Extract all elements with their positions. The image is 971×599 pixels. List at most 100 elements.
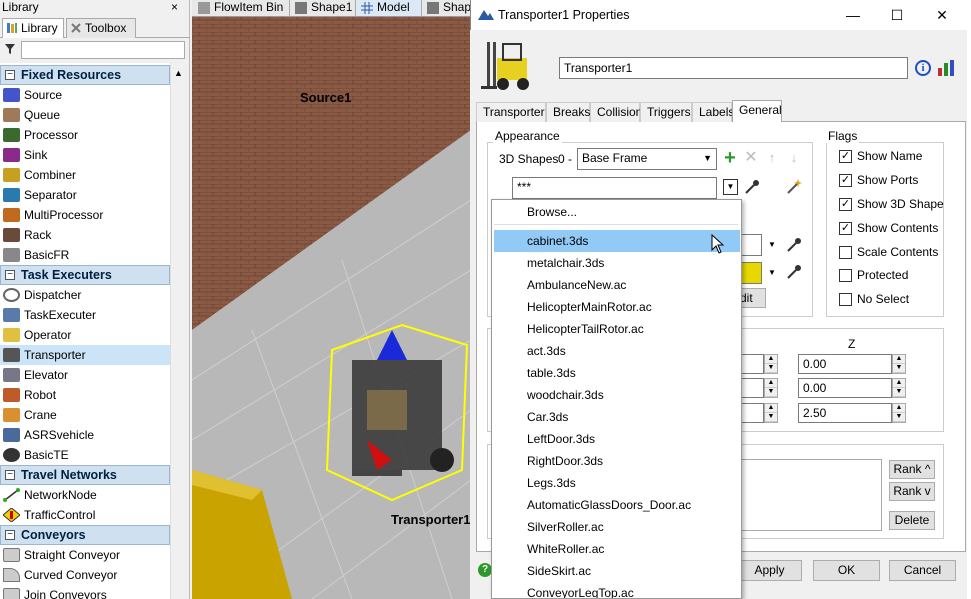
library-item-networknode[interactable]: NetworkNode <box>0 485 170 505</box>
model-3d-view[interactable]: Source1 Transporter1 <box>192 0 471 599</box>
delete-button[interactable]: Delete <box>889 511 935 530</box>
tab-triggers[interactable]: Triggers <box>640 102 692 122</box>
tab-shape2[interactable]: Shap <box>423 0 471 16</box>
tab-collision[interactable]: Collision <box>590 102 642 122</box>
show-name-checkbox[interactable]: ✓ Show Name <box>839 148 922 164</box>
category-fixed-resources[interactable]: − Fixed Resources <box>0 65 170 85</box>
chevron-down-icon[interactable]: ▼ <box>768 268 776 277</box>
spin-down-icon[interactable]: ▼ <box>765 364 777 373</box>
move-up-icon[interactable]: ↑ <box>763 150 781 168</box>
apply-button[interactable]: Apply <box>738 560 802 581</box>
library-item-asrsvehicle[interactable]: ASRSvehicle <box>0 425 170 445</box>
dropdown-item[interactable]: SideSkirt.ac <box>494 560 740 582</box>
file-dropdown-button[interactable]: ▼ <box>723 179 738 195</box>
library-item-sink[interactable]: Sink <box>0 145 170 165</box>
library-item-robot[interactable]: Robot <box>0 385 170 405</box>
add-shape-icon[interactable]: + <box>721 148 739 168</box>
library-item-basicfr[interactable]: BasicFR <box>0 245 170 265</box>
close-button[interactable]: ✕ <box>927 6 957 26</box>
statistics-icon[interactable] <box>937 59 955 77</box>
z-field[interactable]: 2.50 <box>798 403 892 423</box>
y-spinner[interactable]: ▲ ▼ <box>764 378 778 398</box>
no-select-checkbox[interactable]: No Select <box>839 291 909 307</box>
minimize-button[interactable]: — <box>838 6 868 26</box>
library-item-elevator[interactable]: Elevator <box>0 365 170 385</box>
library-item-taskexecuter[interactable]: TaskExecuter <box>0 305 170 325</box>
magic-wand-icon[interactable] <box>785 178 803 196</box>
library-item-transporter[interactable]: Transporter <box>0 345 170 365</box>
library-item-dispatcher[interactable]: Dispatcher <box>0 285 170 305</box>
dropdown-item[interactable]: cabinet.3ds <box>494 230 740 252</box>
dropdown-item-browse[interactable]: Browse... <box>494 201 740 223</box>
library-item-basicte[interactable]: BasicTE <box>0 445 170 465</box>
dropdown-item[interactable]: WhiteRoller.ac <box>494 538 740 560</box>
filter-icon[interactable] <box>4 43 16 55</box>
spin-up-icon[interactable]: ▲ <box>765 355 777 364</box>
tab-general[interactable]: General <box>732 100 782 123</box>
remove-shape-icon[interactable]: ✕ <box>742 150 760 168</box>
eyedropper-icon[interactable] <box>743 178 761 196</box>
cancel-button[interactable]: Cancel <box>889 560 956 581</box>
library-item-trafficcontrol[interactable]: TrafficControl <box>0 505 170 525</box>
library-item-queue[interactable]: Queue <box>0 105 170 125</box>
library-item-processor[interactable]: Processor <box>0 125 170 145</box>
y-spinner[interactable]: ▲ ▼ <box>764 354 778 374</box>
eyedropper-icon[interactable] <box>785 236 803 254</box>
dropdown-item[interactable]: LeftDoor.3ds <box>494 428 740 450</box>
dropdown-item[interactable]: table.3ds <box>494 362 740 384</box>
z-spinner[interactable]: ▲ ▼ <box>892 403 906 423</box>
y-spinner[interactable]: ▲ ▼ <box>764 403 778 423</box>
dropdown-item[interactable]: AmbulanceNew.ac <box>494 274 740 296</box>
object-name-input[interactable]: Transporter1 <box>559 57 908 79</box>
labels-list[interactable] <box>738 459 882 531</box>
library-item-straight-conveyor[interactable]: Straight Conveyor <box>0 545 170 565</box>
show-ports-checkbox[interactable]: ✓ Show Ports <box>839 172 918 188</box>
scroll-up-icon[interactable]: ▲ <box>174 68 183 78</box>
dropdown-item[interactable]: HelicopterMainRotor.ac <box>494 296 740 318</box>
library-item-operator[interactable]: Operator <box>0 325 170 345</box>
library-scrollbar[interactable]: ▲ <box>170 63 187 599</box>
show-3d-shape-checkbox[interactable]: ✓ Show 3D Shape <box>839 196 944 212</box>
show-contents-checkbox[interactable]: ✓ Show Contents <box>839 220 938 236</box>
tab-toolbox[interactable]: Toolbox <box>66 18 136 38</box>
library-close-button[interactable]: × <box>171 0 178 14</box>
spin-up-icon[interactable]: ▲ <box>765 404 777 413</box>
rank-down-button[interactable]: Rank v <box>889 482 935 501</box>
dropdown-item[interactable]: woodchair.3ds <box>494 384 740 406</box>
dropdown-item[interactable]: Legs.3ds <box>494 472 740 494</box>
tab-breaks[interactable]: Breaks <box>546 102 590 122</box>
library-item-crane[interactable]: Crane <box>0 405 170 425</box>
help-icon[interactable]: ? <box>478 563 492 577</box>
z-field[interactable]: 0.00 <box>798 354 892 374</box>
ok-button[interactable]: OK <box>813 560 880 581</box>
library-item-curved-conveyor[interactable]: Curved Conveyor <box>0 565 170 585</box>
library-item-combiner[interactable]: Combiner <box>0 165 170 185</box>
library-filter-input[interactable] <box>21 41 185 59</box>
spin-down-icon[interactable]: ▼ <box>893 413 905 422</box>
dropdown-item[interactable]: Car.3ds <box>494 406 740 428</box>
rank-up-button[interactable]: Rank ^ <box>889 460 935 479</box>
chevron-down-icon[interactable]: ▼ <box>768 240 776 249</box>
scale-contents-checkbox[interactable]: Scale Contents <box>839 244 938 260</box>
edit-button[interactable]: dit <box>738 288 766 308</box>
library-item-multiprocessor[interactable]: MultiProcessor <box>0 205 170 225</box>
tab-library[interactable]: Library <box>2 18 64 38</box>
spin-up-icon[interactable]: ▲ <box>893 379 905 388</box>
dropdown-item[interactable]: ConveyorLegTop.ac <box>494 582 740 598</box>
tab-labels[interactable]: Labels <box>692 102 734 122</box>
category-travel-networks[interactable]: − Travel Networks <box>0 465 170 485</box>
tab-transporter[interactable]: Transporter <box>476 102 546 122</box>
spin-down-icon[interactable]: ▼ <box>765 388 777 397</box>
library-item-source[interactable]: Source <box>0 85 170 105</box>
spin-down-icon[interactable]: ▼ <box>893 388 905 397</box>
dropdown-item[interactable]: HelicopterTailRotor.ac <box>494 318 740 340</box>
spin-down-icon[interactable]: ▼ <box>893 364 905 373</box>
z-field[interactable]: 0.00 <box>798 378 892 398</box>
dropdown-item[interactable]: metalchair.3ds <box>494 252 740 274</box>
dropdown-item[interactable]: act.3ds <box>494 340 740 362</box>
spin-up-icon[interactable]: ▲ <box>765 379 777 388</box>
protected-checkbox[interactable]: Protected <box>839 267 908 283</box>
maximize-button[interactable]: ☐ <box>882 6 912 26</box>
spin-up-icon[interactable]: ▲ <box>893 355 905 364</box>
spin-up-icon[interactable]: ▲ <box>893 404 905 413</box>
